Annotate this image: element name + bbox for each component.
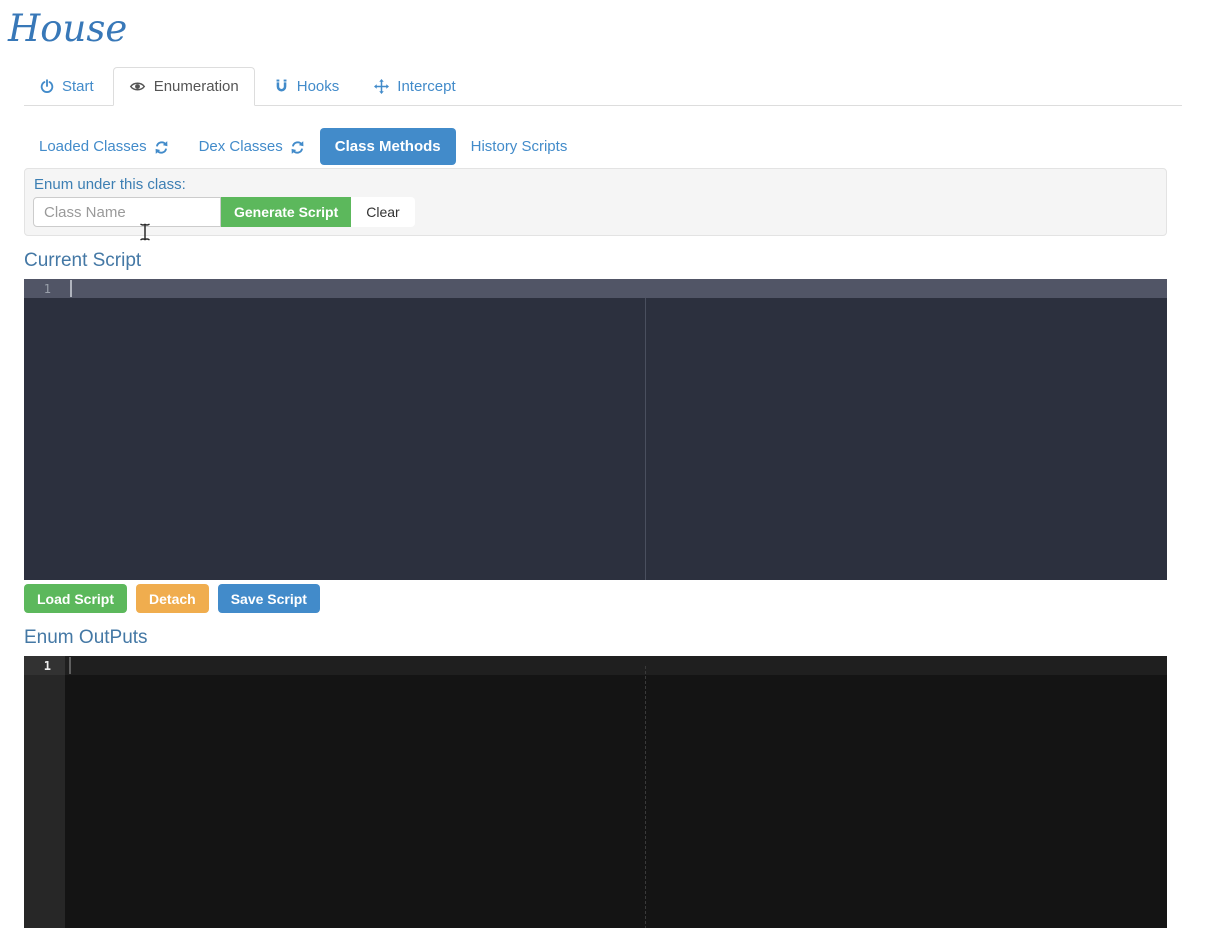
tab-label: Intercept xyxy=(397,78,456,96)
magnet-icon xyxy=(274,79,289,94)
tab-start[interactable]: Start xyxy=(24,67,110,106)
clear-button[interactable]: Clear xyxy=(351,197,415,228)
editor-gutter xyxy=(24,656,65,928)
refresh-icon xyxy=(290,139,305,155)
tab-hooks[interactable]: Hooks xyxy=(258,67,356,106)
subnav-history-scripts[interactable]: History Scripts xyxy=(456,128,583,165)
editor-caret xyxy=(70,280,72,298)
editor-line-number: 1 xyxy=(43,282,51,297)
enum-class-input-group: Generate Script Clear xyxy=(33,197,1158,228)
class-name-input[interactable] xyxy=(33,197,221,228)
subnav-loaded-classes[interactable]: Loaded Classes xyxy=(24,128,184,165)
tab-label: Hooks xyxy=(296,78,340,96)
editor-active-line xyxy=(24,656,1167,676)
enum-outputs-heading: Enum OutPuts xyxy=(24,627,148,649)
subnav-class-methods[interactable]: Class Methods xyxy=(319,128,456,166)
main-tab-bar: Start Enumeration Hooks Intercept xyxy=(24,67,1182,107)
enumeration-subnav: Loaded Classes Dex Classes Class Methods… xyxy=(24,128,1216,166)
save-script-button[interactable]: Save Script xyxy=(217,584,320,614)
generate-script-button[interactable]: Generate Script xyxy=(221,197,352,228)
page: House Start Enumeration Hooks Intercept … xyxy=(0,6,1216,928)
subnav-dex-classes[interactable]: Dex Classes xyxy=(184,128,320,165)
editor-active-line xyxy=(24,279,1167,299)
detach-button[interactable]: Detach xyxy=(136,584,209,614)
move-icon xyxy=(374,79,390,95)
app-logo: House xyxy=(8,7,128,50)
tab-intercept[interactable]: Intercept xyxy=(358,67,471,106)
subnav-label: Loaded Classes xyxy=(39,138,147,156)
eye-icon xyxy=(129,79,146,94)
editor-ruler xyxy=(645,666,646,928)
subnav-label: Class Methods xyxy=(334,138,441,156)
editor-line-number: 1 xyxy=(43,659,51,674)
editor-ruler xyxy=(645,298,646,581)
subnav-label: History Scripts xyxy=(470,138,568,156)
tab-label: Enumeration xyxy=(153,78,239,96)
enum-class-label: Enum under this class: xyxy=(34,176,186,194)
current-script-heading: Current Script xyxy=(24,250,142,272)
load-script-button[interactable]: Load Script xyxy=(24,584,128,614)
editor-caret xyxy=(69,657,71,675)
enum-class-panel: Enum under this class: Generate Script C… xyxy=(24,168,1167,237)
tab-label: Start xyxy=(62,78,94,96)
current-script-editor[interactable]: 1 xyxy=(24,279,1167,581)
subnav-label: Dex Classes xyxy=(198,138,283,156)
enum-outputs-editor[interactable]: 1 xyxy=(24,656,1167,928)
script-actions: Load Script Detach Save Script xyxy=(24,584,1216,614)
refresh-icon xyxy=(154,139,169,155)
tab-enumeration[interactable]: Enumeration xyxy=(112,67,255,107)
power-icon xyxy=(40,79,54,94)
